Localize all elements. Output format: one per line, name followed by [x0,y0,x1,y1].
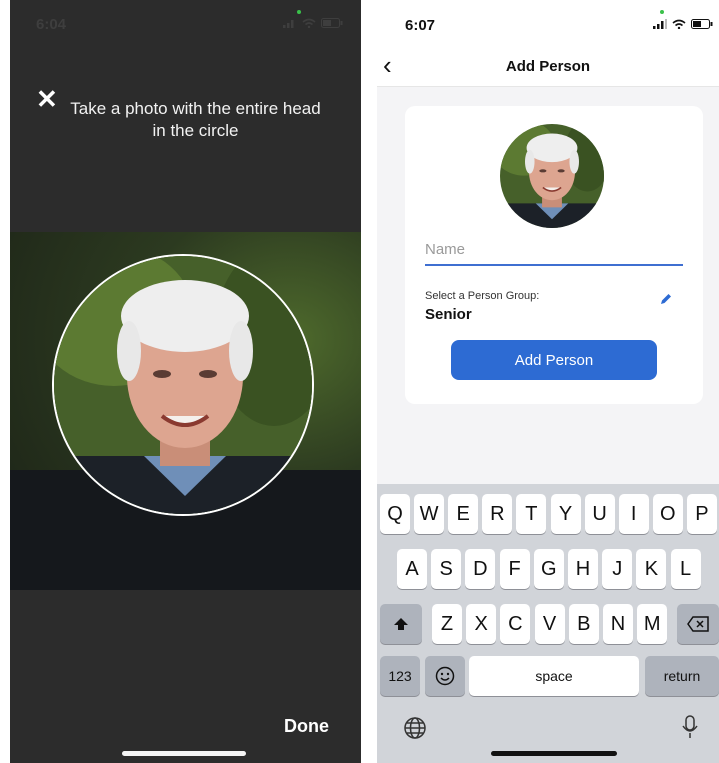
wifi-icon [302,18,316,28]
shift-icon [394,618,408,630]
status-bar: 6:07 [377,0,719,48]
backspace-icon [687,616,709,632]
key-e[interactable]: E [448,494,479,534]
avatar[interactable] [500,124,604,228]
home-indicator[interactable] [122,751,246,756]
emoji-key[interactable] [425,656,465,696]
person-group-value: Senior [425,306,472,323]
key-z[interactable]: Z [432,604,462,644]
emoji-icon [435,666,455,686]
key-x[interactable]: X [466,604,497,644]
indicator-dot [297,10,301,14]
person-photo [54,256,312,514]
add-person-screen: 6:07 ‹ Add Person Name Select a Person G… [377,0,719,763]
done-button[interactable]: Done [284,716,329,737]
key-i[interactable]: I [618,494,649,534]
key-t[interactable]: T [516,494,547,534]
key-h[interactable]: H [568,549,598,589]
key-w[interactable]: W [414,494,445,534]
key-y[interactable]: Y [550,494,581,534]
status-time: 6:04 [36,16,67,33]
wifi-icon [672,19,686,29]
key-k[interactable]: K [636,549,667,589]
key-r[interactable]: R [482,494,513,534]
delete-key[interactable] [677,604,719,644]
name-field[interactable] [425,236,683,266]
key-f[interactable]: F [499,549,530,589]
key-j[interactable]: J [602,549,633,589]
edit-pencil-icon[interactable] [659,292,673,306]
key-u[interactable]: U [584,494,615,534]
keyboard: 123 space return QWERTYUIOP ASDFGHJKL ZXCV… [377,484,719,763]
status-time: 6:07 [405,17,436,34]
face-guide-circle [52,254,314,516]
key-g[interactable]: G [533,549,564,589]
status-icons [283,18,343,28]
battery-icon [691,19,713,29]
key-q[interactable]: Q [380,494,410,534]
shift-key[interactable] [380,604,422,644]
signal-icon [653,19,667,29]
key-a[interactable]: A [397,549,427,589]
close-icon[interactable]: ✕ [36,86,58,112]
key-c[interactable]: C [500,604,531,644]
globe-icon[interactable] [403,716,427,740]
status-bar: 6:04 [10,0,361,48]
status-icons [653,19,713,29]
key-o[interactable]: O [652,494,683,534]
indicator-dot [660,10,664,14]
page-title: Add Person [505,58,591,75]
avatar-photo [500,124,604,228]
key-m[interactable]: M [637,604,668,644]
home-indicator[interactable] [491,751,617,756]
battery-icon [321,18,343,28]
key-d[interactable]: D [465,549,496,589]
key-s[interactable]: S [431,549,462,589]
add-person-button[interactable]: Add Person [451,340,657,380]
signal-icon [283,20,294,28]
nav-bar: ‹ Add Person [377,48,719,87]
key-l[interactable]: L [670,549,701,589]
add-person-card: Select a Person Group: Senior Add Person [405,106,703,404]
camera-preview [10,232,361,590]
person-group-label: Select a Person Group: [425,290,540,302]
microphone-icon[interactable] [681,714,699,740]
numbers-key[interactable]: 123 [380,656,420,696]
camera-screen: 6:04 ✕ Take a photo with the entire head… [10,0,361,763]
instruction-text: Take a photo with the entire head in the… [70,99,321,140]
key-p[interactable]: P [686,494,717,534]
key-b[interactable]: B [568,604,599,644]
key-v[interactable]: V [534,604,565,644]
return-key[interactable]: return [645,656,719,696]
space-key[interactable]: space [469,656,639,696]
key-n[interactable]: N [603,604,633,644]
